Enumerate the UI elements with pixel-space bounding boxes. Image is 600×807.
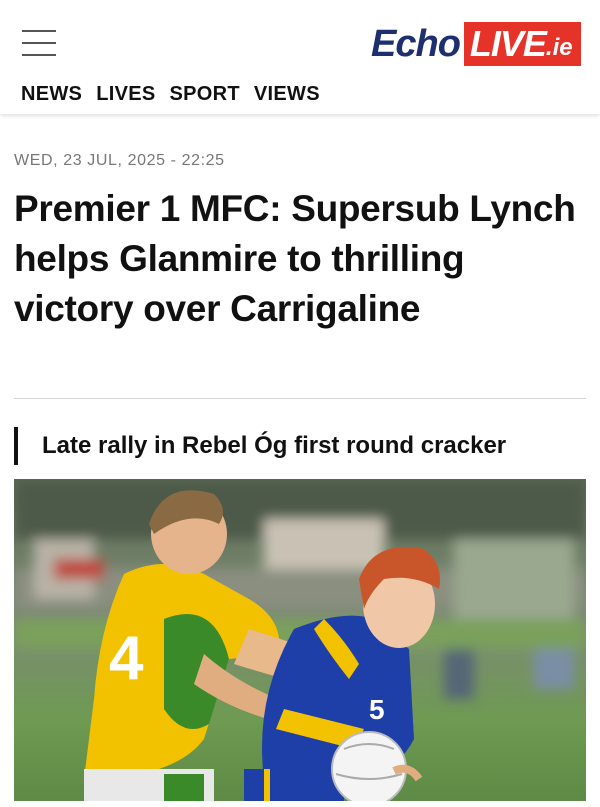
article-subheading: Late rally in Rebel Óg first round crack… — [14, 427, 506, 465]
main-nav: NEWS LIVES SPORT VIEWS — [21, 83, 320, 106]
article-dateline: WED, 23 JUL, 2025 - 22:25 — [14, 152, 225, 169]
nav-item-news[interactable]: NEWS — [21, 83, 82, 106]
logo-ie-text: .ie — [545, 34, 573, 61]
headline-divider — [14, 398, 586, 399]
site-header: Echo LIVE .ie NEWS LIVES SPORT VIEWS — [0, 0, 600, 114]
nav-item-views[interactable]: VIEWS — [254, 83, 320, 106]
nav-item-sport[interactable]: SPORT — [170, 83, 240, 106]
echo-live-logo[interactable]: Echo LIVE .ie — [371, 22, 581, 66]
logo-live-box: LIVE .ie — [463, 22, 581, 66]
hamburger-menu-icon[interactable] — [22, 30, 56, 56]
football-match-photo: 4 5 — [14, 479, 586, 801]
logo-echo-text: Echo — [371, 22, 461, 65]
right-player-number: 5 — [369, 694, 385, 725]
nav-item-lives[interactable]: LIVES — [96, 83, 155, 106]
left-player-number: 4 — [109, 624, 144, 693]
logo-live-text: LIVE — [469, 23, 547, 64]
article-headline: Premier 1 MFC: Supersub Lynch helps Glan… — [14, 188, 576, 329]
article-photo[interactable]: 4 5 — [14, 479, 586, 801]
